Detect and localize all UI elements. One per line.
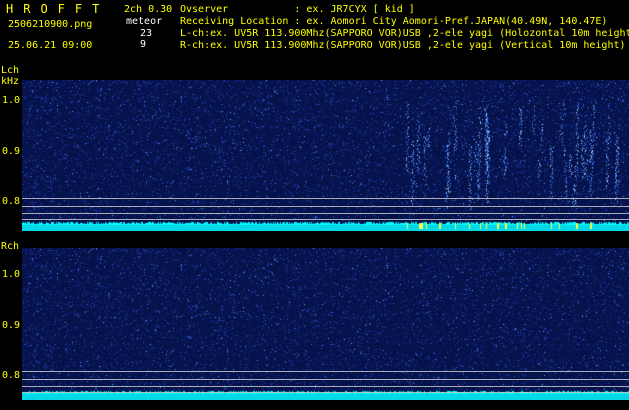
meteor-count-lch: 23 bbox=[140, 28, 153, 39]
lch-guide-line bbox=[22, 206, 629, 207]
version-label: 2ch 0.30 bbox=[124, 4, 173, 15]
lch-ytick-0-8: 0.8 bbox=[2, 196, 21, 207]
rch-guide-line bbox=[22, 379, 629, 380]
rch-guide-line bbox=[22, 392, 629, 393]
rch-ytick-1-0: 1.0 bbox=[2, 269, 21, 280]
app-title: HROFFT bbox=[6, 2, 110, 16]
frequency-unit-label: kHz bbox=[1, 76, 20, 87]
rch-guide-line bbox=[22, 371, 629, 372]
lch-guide-line bbox=[22, 219, 629, 220]
lch-receiver-info: L-ch:ex. UV5R 113.900Mhz(SAPPORO VOR)USB… bbox=[180, 28, 629, 39]
meteor-count-label: meteor bbox=[126, 16, 163, 27]
lch-spectrogram-canvas bbox=[22, 80, 629, 231]
meteor-count-rch: 9 bbox=[140, 39, 147, 50]
hrofft-window: HROFFT 2ch 0.30 2506210900.png 25.06.21 … bbox=[0, 0, 629, 410]
lch-label: Lch bbox=[1, 65, 20, 76]
lch-guide-line bbox=[22, 213, 629, 214]
rch-spectrogram bbox=[22, 248, 629, 400]
rch-label: Rch bbox=[1, 241, 20, 252]
lch-ytick-0-9: 0.9 bbox=[2, 146, 21, 157]
lch-ytick-1-0: 1.0 bbox=[2, 95, 21, 106]
lch-spectrogram bbox=[22, 80, 629, 231]
observer-info: Ovserver : ex. JR7CYX [ kid ] bbox=[180, 4, 415, 15]
datetime-label: 25.06.21 09:00 bbox=[8, 40, 93, 51]
rch-receiver-info: R-ch:ex. UV5R 113.900Mhz(SAPPORO VOR)USB… bbox=[180, 40, 626, 51]
filename-label: 2506210900.png bbox=[8, 19, 93, 30]
rch-spectrogram-canvas bbox=[22, 248, 629, 400]
lch-guide-line bbox=[22, 198, 629, 199]
rch-guide-line bbox=[22, 386, 629, 387]
location-info: Receiving Location : ex. Aomori City Aom… bbox=[180, 16, 608, 27]
rch-ytick-0-9: 0.9 bbox=[2, 320, 21, 331]
rch-ytick-0-8: 0.8 bbox=[2, 370, 21, 381]
